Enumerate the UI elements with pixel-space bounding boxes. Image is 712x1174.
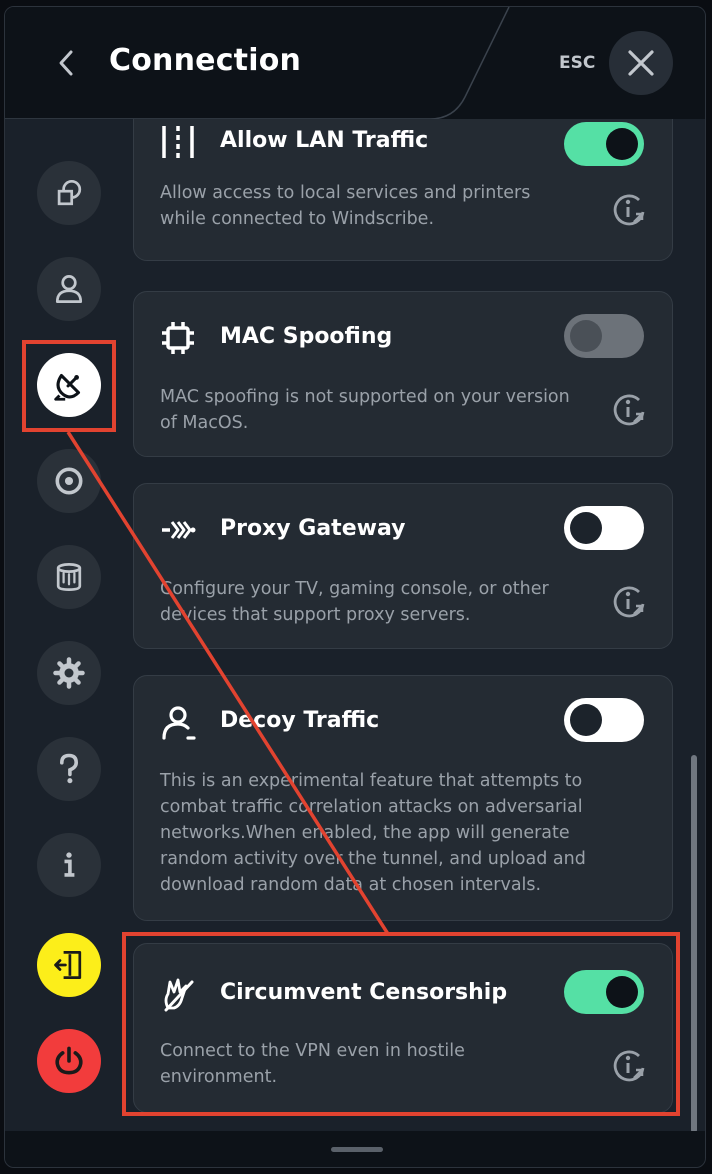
annotation-box-sidebar	[22, 340, 116, 432]
sidebar-item-advanced[interactable]	[37, 545, 101, 609]
esc-label: ESC	[559, 53, 596, 73]
mac-spoofing-toggle[interactable]	[564, 314, 644, 358]
exit-door-icon	[54, 951, 82, 979]
decoy-traffic-toggle[interactable]	[564, 698, 644, 742]
annotation-box-circumvent	[122, 932, 680, 1116]
setting-card-proxy-gateway: Proxy Gateway Configure your TV, gaming …	[133, 483, 673, 649]
sidebar-item-robert[interactable]	[37, 449, 101, 513]
sidebar-item-help[interactable]	[37, 737, 101, 801]
close-icon	[628, 50, 654, 76]
resize-grip[interactable]	[331, 1147, 383, 1152]
gear-icon	[53, 657, 85, 689]
setting-card-decoy-traffic: Decoy Traffic This is an experimental fe…	[133, 675, 673, 921]
database-icon	[56, 563, 82, 591]
setting-description: This is an experimental feature that att…	[160, 771, 586, 895]
user-icon	[55, 275, 83, 303]
question-icon	[60, 753, 79, 784]
sidebar-item-account[interactable]	[37, 257, 101, 321]
sidebar-item-logout[interactable]	[37, 933, 101, 997]
setting-description: Configure your TV, gaming console, or ot…	[160, 579, 549, 625]
sidebar-item-about[interactable]	[37, 833, 101, 897]
setting-title: Decoy Traffic	[220, 708, 380, 733]
sidebar-item-quit[interactable]	[37, 1029, 101, 1093]
info-icon	[64, 852, 75, 877]
close-button[interactable]	[609, 31, 673, 95]
proxy-icon	[162, 521, 196, 539]
proxy-gateway-toggle[interactable]	[564, 506, 644, 550]
lan-icon	[162, 126, 194, 158]
setting-card-mac-spoofing: MAC Spoofing MAC spoofing is not support…	[133, 291, 673, 457]
robert-icon	[55, 467, 83, 495]
setting-card-allow-lan-traffic: Allow LAN Traffic Allow access to local …	[133, 119, 673, 261]
chip-icon	[162, 322, 194, 354]
setting-description: MAC spoofing is not supported on your ve…	[160, 387, 570, 433]
setting-title: Proxy Gateway	[220, 516, 406, 541]
allow-lan-traffic-toggle[interactable]	[564, 122, 644, 166]
windows-icon	[57, 179, 82, 206]
sidebar-item-general[interactable]	[37, 161, 101, 225]
page-title: Connection	[109, 43, 302, 78]
sidebar-item-preferences[interactable]	[37, 641, 101, 705]
info-link-icon[interactable]	[612, 392, 646, 426]
setting-title: MAC Spoofing	[220, 324, 393, 349]
power-icon	[55, 1046, 83, 1075]
setting-title: Allow LAN Traffic	[220, 128, 429, 153]
scrollbar-thumb[interactable]	[691, 755, 697, 1133]
info-link-icon[interactable]	[612, 584, 646, 618]
decoy-user-icon	[162, 706, 196, 740]
chevron-left-icon	[59, 50, 73, 76]
header: Connection ESC	[5, 7, 705, 119]
setting-description: Allow access to local services and print…	[160, 183, 531, 229]
info-link-icon[interactable]	[612, 192, 646, 226]
back-button[interactable]	[49, 45, 85, 81]
